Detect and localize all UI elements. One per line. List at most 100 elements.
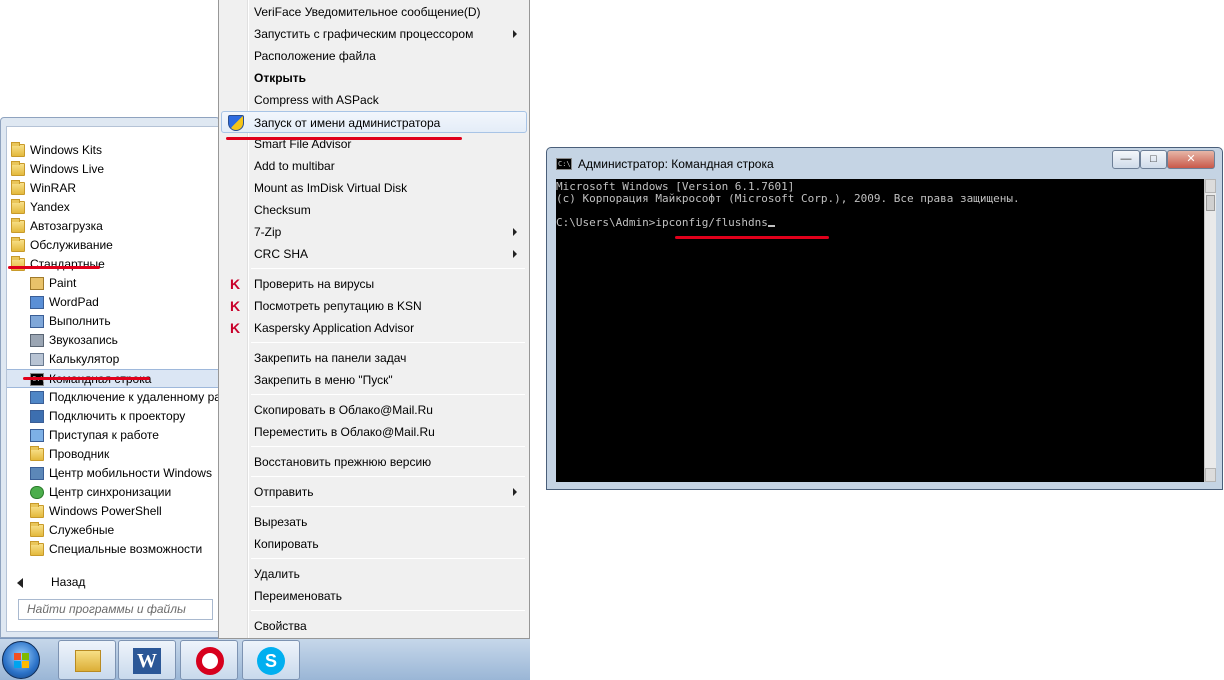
menu-item-kaspersky-advisor[interactable]: K Kaspersky Application Advisor [221,317,527,339]
menu-item-run-with-gpu[interactable]: Запустить с графическим процессором [221,23,527,45]
folder-system-tools[interactable]: Служебные [7,521,218,540]
menu-item-rename[interactable]: Переименовать [221,585,527,607]
menu-separator [251,558,525,559]
menu-item-copy-to-cloud[interactable]: Скопировать в Облако@Mail.Ru [221,399,527,421]
folder-accessories[interactable]: Стандартные [7,255,218,274]
menu-separator [251,268,525,269]
annotation-underline-command-prompt [23,377,150,380]
program-remote-desktop[interactable]: Подключение к удаленному ра [7,388,218,407]
wordpad-icon [30,296,44,309]
taskbar-skype-button[interactable]: S [242,640,300,680]
sync-center-icon [30,486,44,499]
close-button[interactable]: ✕ [1167,150,1215,169]
program-run[interactable]: Выполнить [7,312,218,331]
program-mobility-center[interactable]: Центр мобильности Windows [7,464,218,483]
menu-item-veriface[interactable]: VeriFace Уведомительное сообщение(D) [221,1,527,23]
folder-icon [30,541,44,556]
folder-icon [30,522,44,537]
menu-item-add-to-multibar[interactable]: Add to multibar [221,155,527,177]
taskbar: W O S [0,638,530,680]
folder-autostart[interactable]: Автозагрузка [7,217,218,236]
folder-accessibility[interactable]: Специальные возможности [7,540,218,559]
folder-icon [11,161,25,176]
scrollbar-thumb[interactable] [1206,195,1215,211]
program-paint[interactable]: Paint [7,274,218,293]
menu-item-run-as-admin[interactable]: Запуск от имени администратора [221,111,527,133]
annotation-underline-command [675,236,829,239]
scroll-up-icon[interactable] [1205,179,1216,193]
taskbar-word-button[interactable]: W [118,640,176,680]
program-sound-recorder[interactable]: Звукозапись [7,331,218,350]
kaspersky-icon: K [229,298,241,314]
kaspersky-icon: K [229,276,241,292]
menu-item-send-to[interactable]: Отправить [221,481,527,503]
maximize-button[interactable]: □ [1140,150,1167,169]
program-sync-center[interactable]: Центр синхронизации [7,483,218,502]
menu-item-scan-viruses[interactable]: K Проверить на вирусы [221,273,527,295]
menu-item-checksum[interactable]: Checksum [221,199,527,221]
taskbar-opera-button[interactable]: O [180,640,238,680]
menu-item-move-to-cloud[interactable]: Переместить в Облако@Mail.Ru [221,421,527,443]
back-arrow-icon [17,578,23,588]
calculator-icon [30,353,44,366]
menu-item-properties[interactable]: Свойства [221,615,527,637]
menu-item-crc-sha[interactable]: CRC SHA [221,243,527,265]
folder-icon [11,142,25,157]
menu-separator [251,506,525,507]
taskbar-explorer-button[interactable] [58,640,116,680]
folder-windows-live[interactable]: Windows Live [7,160,218,179]
program-explorer[interactable]: Проводник [7,445,218,464]
menu-separator [251,394,525,395]
projector-icon [30,410,44,423]
menu-item-ksn-reputation[interactable]: K Посмотреть репутацию в KSN [221,295,527,317]
vertical-scrollbar[interactable] [1204,179,1216,482]
folder-icon [11,180,25,195]
menu-item-pin-taskbar[interactable]: Закрепить на панели задач [221,347,527,369]
menu-item-file-location[interactable]: Расположение файла [221,45,527,67]
folder-icon [30,503,44,518]
context-menu: VeriFace Уведомительное сообщение(D) Зап… [218,0,530,639]
submenu-arrow-icon [513,228,517,236]
menu-item-open[interactable]: Открыть [221,67,527,89]
program-calculator[interactable]: Калькулятор [7,350,218,369]
windows-logo-icon [14,653,30,669]
folder-windows-kits[interactable]: Windows Kits [7,141,218,160]
folder-icon [11,218,25,233]
menu-item-restore-version[interactable]: Восстановить прежнюю версию [221,451,527,473]
opera-icon: O [196,647,224,675]
menu-item-delete[interactable]: Удалить [221,563,527,585]
menu-item-cut[interactable]: Вырезать [221,511,527,533]
folder-windows-powershell[interactable]: Windows PowerShell [7,502,218,521]
menu-item-compress-aspack[interactable]: Compress with ASPack [221,89,527,111]
menu-item-pin-start[interactable]: Закрепить в меню "Пуск" [221,369,527,391]
maximize-icon: □ [1150,153,1157,165]
folder-maintenance[interactable]: Обслуживание [7,236,218,255]
skype-icon: S [257,647,285,675]
explorer-icon [30,446,44,461]
minimize-button[interactable]: — [1112,150,1140,169]
scroll-down-icon[interactable] [1205,468,1216,482]
program-getting-started[interactable]: Приступая к работе [7,426,218,445]
start-button[interactable] [2,641,40,679]
console-command: C:\Users\Admin>ipconfig/flushdns [556,216,768,229]
program-projector[interactable]: Подключить к проектору [7,407,218,426]
folder-yandex[interactable]: Yandex [7,198,218,217]
window-title: Администратор: Командная строка [578,157,774,171]
minimize-icon: — [1120,153,1132,165]
window-titlebar[interactable]: C:\ Администратор: Командная строка — □ … [547,148,1222,178]
console-line: (c) Корпорация Майкрософт (Microsoft Cor… [556,192,1020,205]
text-cursor [767,225,775,227]
folder-library-icon [75,650,101,672]
program-wordpad[interactable]: WordPad [7,293,218,312]
menu-item-copy[interactable]: Копировать [221,533,527,555]
run-icon [30,315,44,328]
command-prompt-window: C:\ Администратор: Командная строка — □ … [546,147,1223,490]
mobility-center-icon [30,467,44,480]
menu-item-mount-imdisk[interactable]: Mount as ImDisk Virtual Disk [221,177,527,199]
menu-separator [251,342,525,343]
start-search-input[interactable]: Найти программы и файлы [18,599,213,620]
console-output[interactable]: Microsoft Windows [Version 6.1.7601] (c) … [556,179,1204,482]
menu-item-7zip[interactable]: 7-Zip [221,221,527,243]
folder-winrar[interactable]: WinRAR [7,179,218,198]
console-prompt-line: C:\Users\Admin>ipconfig/flushdns [556,217,1204,229]
